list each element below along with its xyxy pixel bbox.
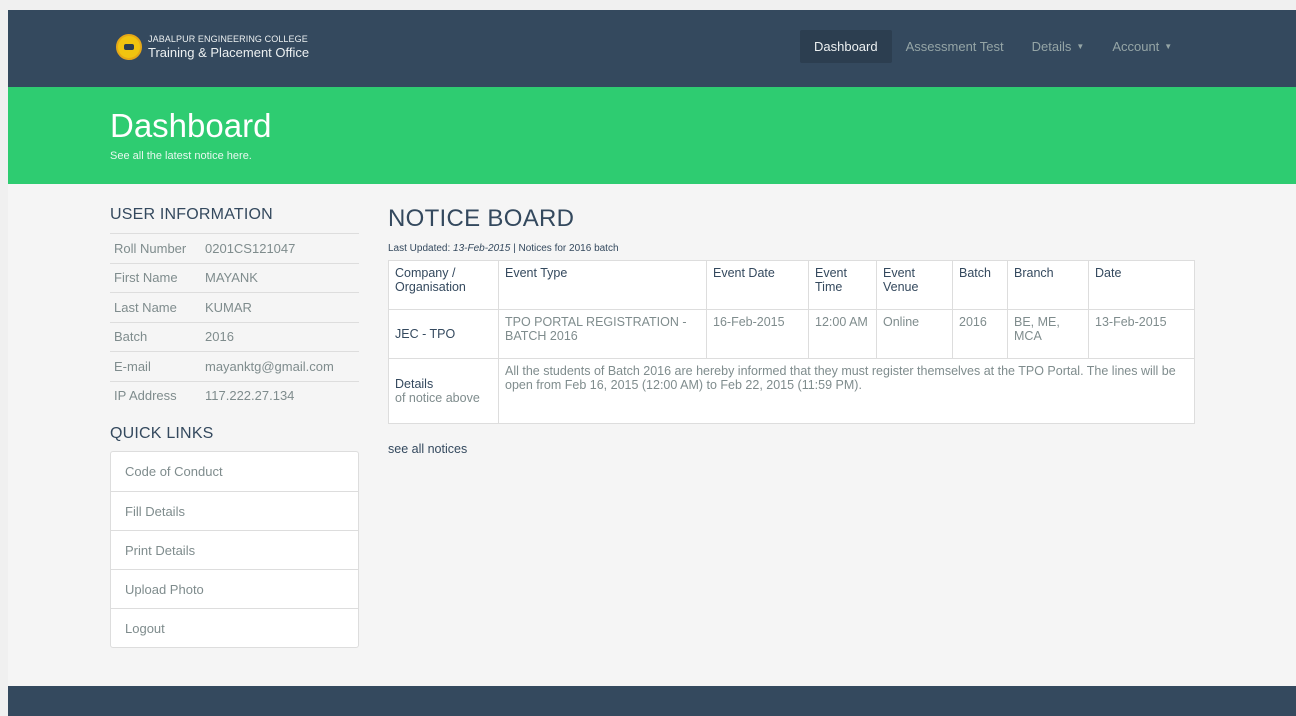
quick-link-code-of-conduct[interactable]: Code of Conduct xyxy=(111,452,358,491)
sidebar: USER INFORMATION Roll Number 0201CS12104… xyxy=(110,206,359,648)
notice-board-title: NOTICE BOARD xyxy=(388,205,575,232)
cell-batch: 2016 xyxy=(952,309,1008,359)
user-info-row: E-mail mayanktg@gmail.com xyxy=(110,351,359,381)
quick-link-fill-details[interactable]: Fill Details xyxy=(111,491,358,530)
user-info-heading: USER INFORMATION xyxy=(110,206,273,223)
column-header: Batch xyxy=(952,260,1008,310)
column-header: Event Type xyxy=(498,260,707,310)
quick-link-logout[interactable]: Logout xyxy=(111,608,358,647)
column-header: Branch xyxy=(1007,260,1089,310)
nav-account-dropdown[interactable]: Account ▼ xyxy=(1098,30,1186,63)
caret-down-icon: ▼ xyxy=(1076,42,1085,51)
table-row-details: Details of notice above All the students… xyxy=(388,358,1195,424)
page-frame: JABALPUR ENGINEERING COLLEGE Training & … xyxy=(8,10,1296,716)
nav-details-dropdown[interactable]: Details ▼ xyxy=(1018,30,1099,63)
notice-table-header: Company / Organisation Event Type Event … xyxy=(388,260,1195,310)
cell-branch: BE, ME, MCA xyxy=(1007,309,1089,359)
column-header: Event Time xyxy=(808,260,877,310)
navbar: JABALPUR ENGINEERING COLLEGE Training & … xyxy=(8,10,1296,87)
quick-links-list: Code of Conduct Fill Details Print Detai… xyxy=(110,451,359,648)
table-row: JEC - TPO TPO PORTAL REGISTRATION - BATC… xyxy=(388,309,1195,359)
cell-details-label: Details of notice above xyxy=(388,358,499,424)
brand-college-name: JABALPUR ENGINEERING COLLEGE xyxy=(148,34,308,44)
page-subtitle: See all the latest notice here. xyxy=(110,150,252,162)
college-logo-icon xyxy=(116,34,142,60)
footer xyxy=(8,686,1296,716)
column-header: Date xyxy=(1088,260,1195,310)
user-info-row: IP Address 117.222.27.134 xyxy=(110,380,359,411)
user-info-row: Last Name KUMAR xyxy=(110,292,359,322)
caret-down-icon: ▼ xyxy=(1164,42,1173,51)
brand[interactable]: JABALPUR ENGINEERING COLLEGE Training & … xyxy=(116,34,309,60)
cell-event-time: 12:00 AM xyxy=(808,309,877,359)
cell-details-text: All the students of Batch 2016 are hereb… xyxy=(498,358,1195,424)
notice-table: Company / Organisation Event Type Event … xyxy=(388,260,1195,424)
quick-link-print-details[interactable]: Print Details xyxy=(111,530,358,569)
page-header: Dashboard See all the latest notice here… xyxy=(8,87,1296,184)
user-info-row: Roll Number 0201CS121047 xyxy=(110,233,359,263)
nav-dashboard[interactable]: Dashboard xyxy=(800,30,892,63)
column-header: Event Venue xyxy=(876,260,953,310)
column-header: Company / Organisation xyxy=(388,260,499,310)
cell-event-date: 16-Feb-2015 xyxy=(706,309,809,359)
brand-office-name: Training & Placement Office xyxy=(148,45,310,60)
column-header: Event Date xyxy=(706,260,809,310)
user-info-row: First Name MAYANK xyxy=(110,262,359,293)
see-all-notices-link[interactable]: see all notices xyxy=(388,442,1195,456)
quick-link-upload-photo[interactable]: Upload Photo xyxy=(111,569,358,608)
cell-event-venue: Online xyxy=(876,309,953,359)
cell-date: 13-Feb-2015 xyxy=(1088,309,1195,359)
main-nav: Dashboard Assessment Test Details ▼ Accou… xyxy=(800,30,1186,63)
cell-company: JEC - TPO xyxy=(388,309,499,359)
notice-board-updated: Last Updated: 13-Feb-2015 | Notices for … xyxy=(388,243,619,254)
user-info-table: Roll Number 0201CS121047 First Name MAYA… xyxy=(110,233,359,410)
user-info-row: Batch 2016 xyxy=(110,321,359,352)
nav-assessment-test[interactable]: Assessment Test xyxy=(892,30,1018,63)
quick-links-heading: QUICK LINKS xyxy=(110,425,214,442)
page-title: Dashboard xyxy=(110,107,272,144)
notice-board: NOTICE BOARD Last Updated: 13-Feb-2015 |… xyxy=(388,205,1195,456)
cell-event-type: TPO PORTAL REGISTRATION - BATCH 2016 xyxy=(498,309,707,359)
